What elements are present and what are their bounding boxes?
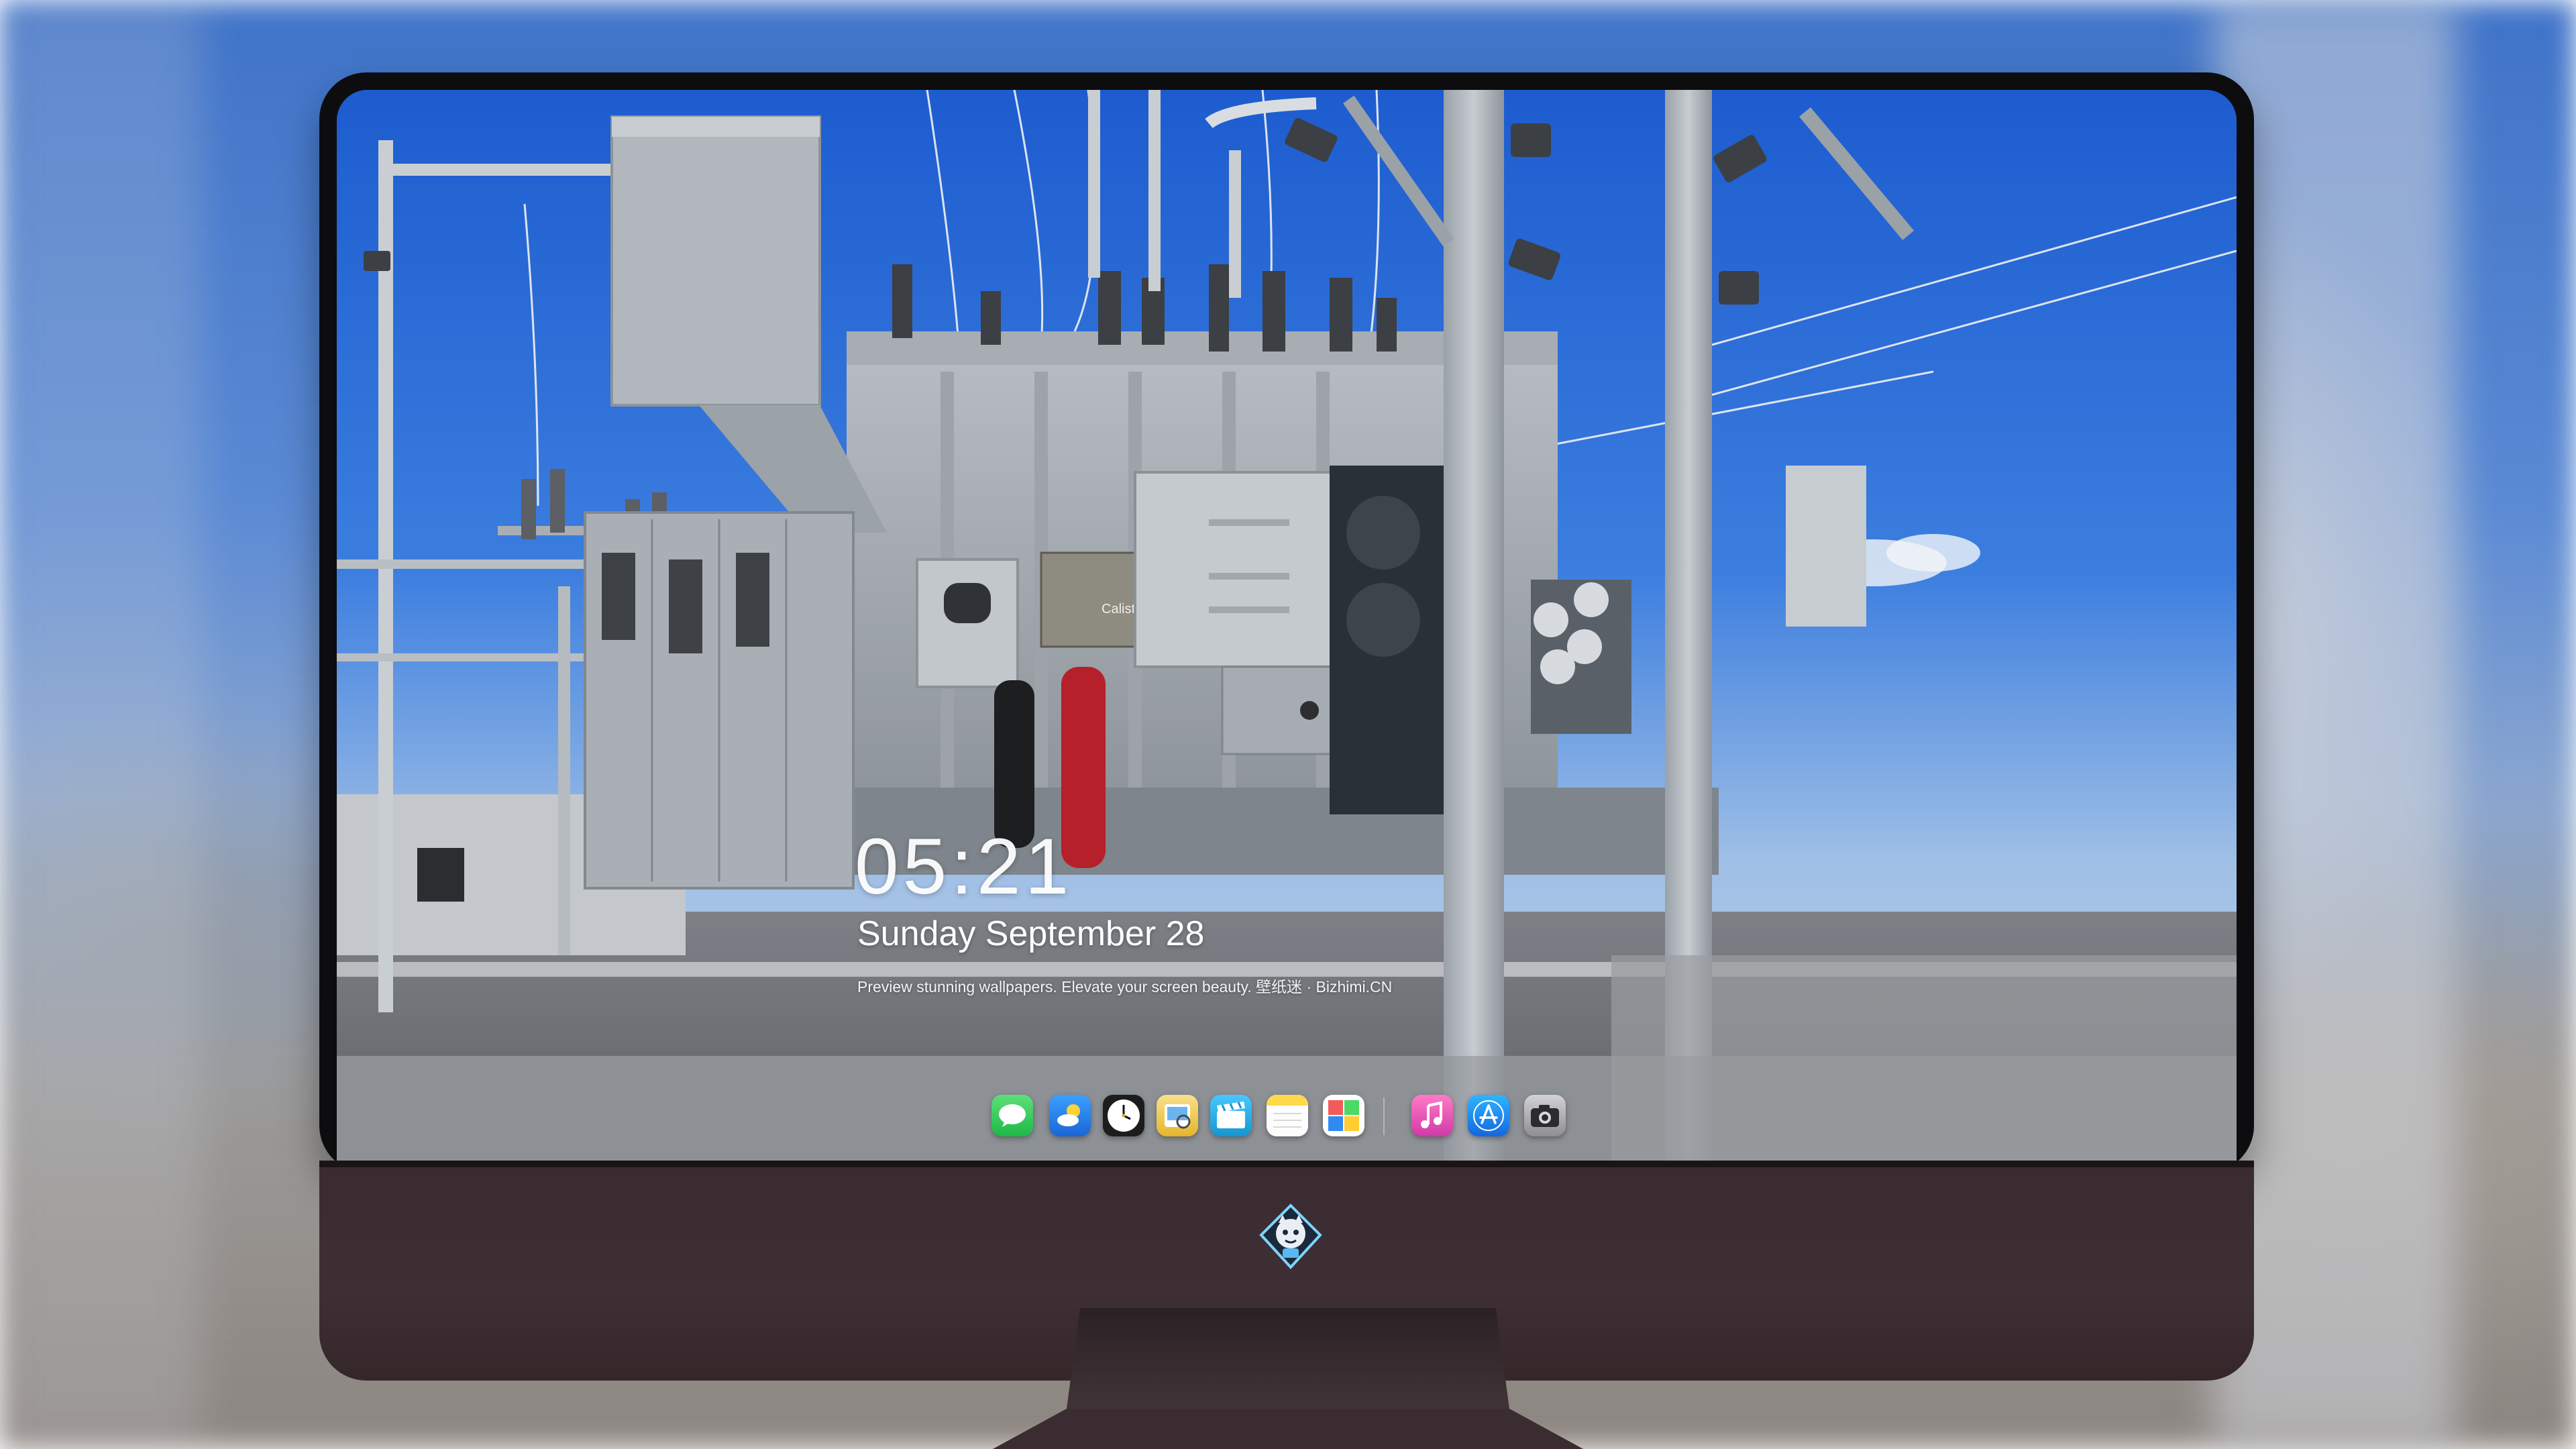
chin-divider — [319, 1161, 2254, 1167]
dock-separator — [1383, 1097, 1385, 1135]
preview-icon[interactable] — [1157, 1095, 1198, 1136]
messages-icon[interactable] — [991, 1095, 1033, 1136]
desktop-screen: Calisto 20 — [337, 90, 2237, 1161]
monitor: Calisto 20 — [319, 72, 2254, 1381]
wallpaper-caption: Preview stunning wallpapers. Elevate you… — [857, 978, 1393, 996]
lockscreen-time: 05:21 — [855, 822, 1073, 911]
photo-collage-icon[interactable] — [1323, 1095, 1364, 1136]
weather-icon[interactable] — [1049, 1095, 1091, 1136]
notes-icon[interactable] — [1267, 1095, 1308, 1136]
claquette-icon[interactable] — [1210, 1095, 1252, 1136]
camera-icon[interactable] — [1524, 1095, 1566, 1136]
dock — [991, 1080, 1617, 1154]
music-icon[interactable] — [1411, 1095, 1453, 1136]
app-store-icon[interactable] — [1468, 1095, 1509, 1136]
brand-logo — [1259, 1203, 1322, 1269]
clock-icon[interactable] — [1103, 1095, 1144, 1136]
monitor-stand — [993, 1308, 1583, 1449]
background-pillar-left — [0, 0, 201, 1449]
lockscreen-date: Sunday September 28 — [857, 914, 1205, 953]
wallpaper-substation: Calisto 20 — [337, 90, 2237, 1161]
